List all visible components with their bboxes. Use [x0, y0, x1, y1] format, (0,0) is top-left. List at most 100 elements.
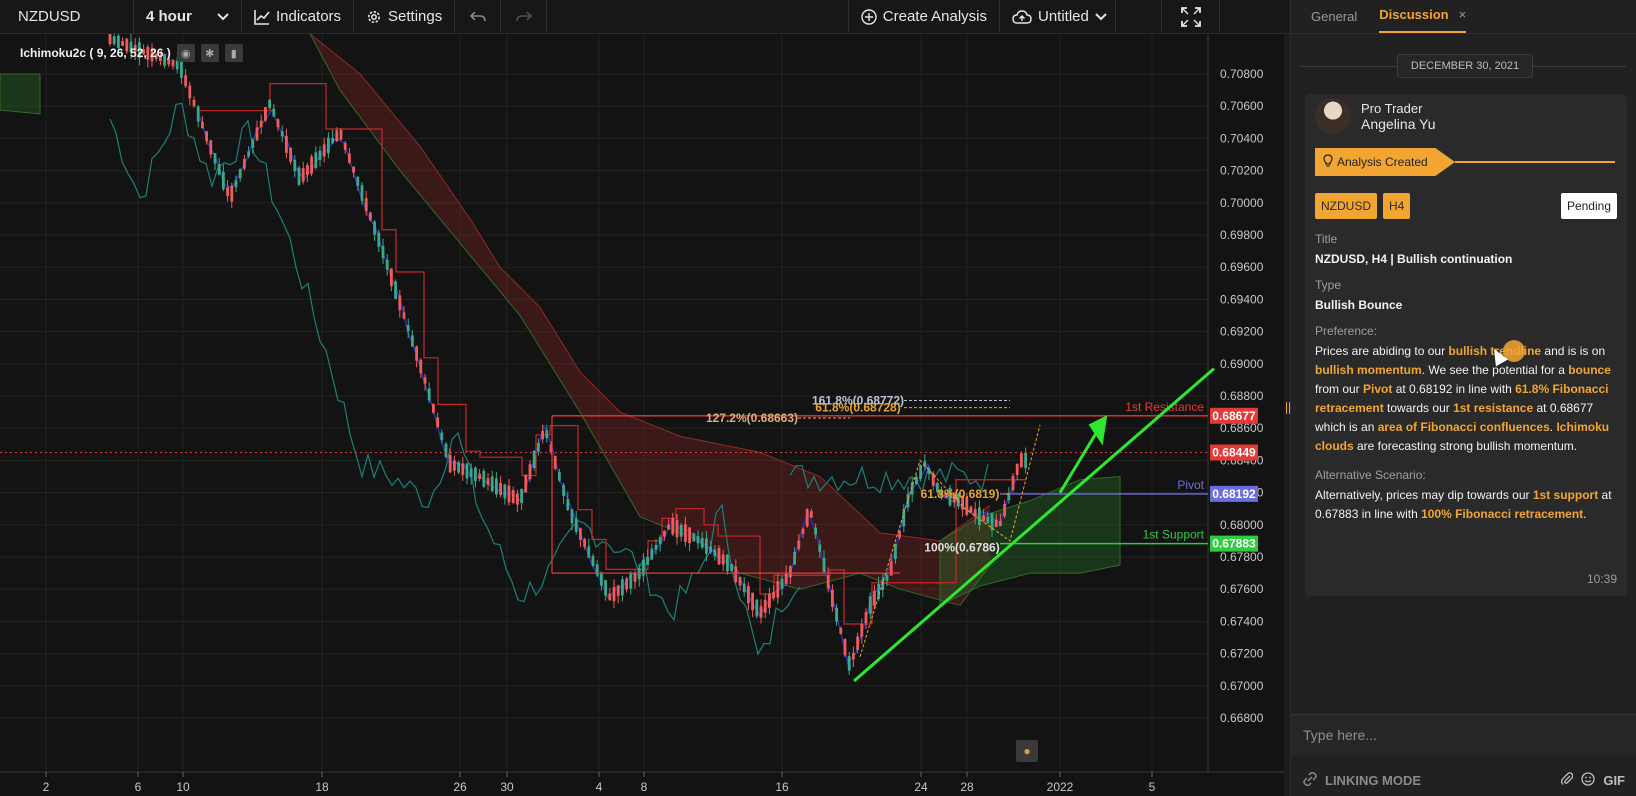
time-tick-label: 30	[500, 780, 514, 794]
price-tick-label: 0.69600	[1220, 260, 1264, 274]
candle-body	[898, 531, 901, 538]
candle-body	[369, 212, 372, 221]
date-label: DECEMBER 30, 2021	[1397, 54, 1533, 78]
price-tick-label: 0.67200	[1220, 647, 1264, 661]
candle-body	[784, 572, 788, 584]
link-icon[interactable]	[1303, 771, 1317, 789]
candle-body	[398, 295, 402, 311]
chikou-span	[109, 102, 801, 656]
candle-body	[188, 85, 192, 99]
candle-body	[873, 590, 876, 606]
lightbulb-icon[interactable]: ●	[1016, 740, 1038, 762]
interval-selector[interactable]: 4 hour	[134, 0, 242, 33]
indicators-button[interactable]: Indicators	[242, 0, 355, 33]
alt-text-part: Alternatively, prices may dip towards ou…	[1315, 488, 1533, 502]
time-tick-label: 4	[596, 780, 603, 794]
time-tick-label: 24	[914, 780, 928, 794]
analysis-created-row: Analysis Created	[1315, 148, 1617, 176]
candle-body	[591, 555, 595, 567]
candle-body	[436, 417, 439, 428]
candle-body	[612, 586, 616, 602]
candle-body	[658, 536, 662, 545]
candle-body	[688, 527, 691, 544]
candle-body	[646, 556, 649, 565]
preference-highlight: 1st resistance	[1453, 401, 1534, 415]
candle-body	[587, 546, 591, 558]
symbol-selector[interactable]: NZDUSD	[0, 0, 134, 33]
support-label: 1st Support	[1143, 528, 1205, 542]
candle-body	[478, 473, 481, 479]
layout-selector[interactable]: Untitled	[1000, 0, 1116, 33]
candle-body	[839, 628, 843, 634]
fullscreen-button[interactable]	[1162, 0, 1220, 33]
plus-circle-icon	[861, 8, 877, 25]
candle-body	[276, 119, 280, 128]
create-analysis-button[interactable]: Create Analysis	[849, 0, 1000, 33]
price-tick-label: 0.69200	[1220, 325, 1264, 339]
candle-body	[192, 99, 196, 107]
message-time: 10:39	[1586, 572, 1617, 586]
price-tick-label: 0.70800	[1220, 67, 1264, 81]
candle-body	[721, 554, 725, 565]
candle-body	[268, 99, 271, 109]
tab-discussion[interactable]: Discussion ×	[1379, 7, 1467, 33]
fib-level-label: 61.8%(0.68728)	[815, 401, 900, 415]
candle-body	[814, 527, 817, 535]
tab-general[interactable]: General	[1311, 9, 1357, 33]
message-input[interactable]: Type here...	[1291, 714, 1636, 756]
preference-text-part: from our	[1315, 382, 1364, 396]
candle-body	[381, 245, 385, 259]
redo-button[interactable]	[501, 0, 548, 33]
price-tick-label: 0.70000	[1220, 196, 1264, 210]
candle-body	[360, 185, 364, 201]
price-tick-label: 0.68000	[1220, 518, 1264, 532]
preference-text-part: Prices are abiding to our	[1315, 344, 1449, 358]
candle-body	[570, 509, 574, 524]
candle-body	[213, 153, 217, 164]
candle-body	[545, 430, 549, 439]
ichimoku-cloud-bearish	[310, 34, 990, 606]
candle-body	[537, 443, 540, 452]
candle-body	[810, 511, 813, 518]
linking-mode-label[interactable]: LINKING MODE	[1325, 773, 1421, 788]
candle-body	[734, 566, 738, 583]
chart-area[interactable]: 0.70800 0.70600 0.70400 0.70200 0.70000 0.698…	[0, 34, 1290, 796]
candle-body	[696, 536, 700, 544]
close-icon[interactable]: ×	[1459, 7, 1467, 22]
price-chart[interactable]: 0.70800 0.70600 0.70400 0.70200 0.70000 0.698…	[0, 34, 1284, 796]
candle-body	[1011, 475, 1015, 491]
candle-body	[327, 137, 330, 154]
candle-body	[608, 593, 612, 601]
candle-body	[747, 586, 750, 604]
alt-text-part: .	[1583, 507, 1587, 521]
candle-body	[432, 404, 435, 413]
attachment-icon[interactable]	[1561, 771, 1574, 789]
gif-button[interactable]: GIF	[1603, 773, 1625, 788]
bottom-bar: LINKING MODE GIF	[1291, 764, 1636, 796]
indicator-settings-icon[interactable]: ✱	[200, 44, 219, 62]
status-badge: Pending	[1560, 193, 1617, 219]
badge-row: NZDUSD H4 Pending	[1315, 192, 1617, 220]
emoji-icon[interactable]	[1581, 771, 1595, 789]
avatar[interactable]	[1315, 98, 1351, 134]
undo-button[interactable]	[455, 0, 502, 33]
candle-body	[541, 430, 544, 440]
preference-text: Prices are abiding to our bullish trendl…	[1315, 342, 1617, 456]
candle-body	[465, 463, 469, 479]
time-tick-label: 5	[1149, 780, 1156, 794]
trash-icon[interactable]: ▮	[224, 44, 243, 62]
chevron-down-icon	[1095, 12, 1107, 21]
candle-body	[411, 335, 414, 347]
analysis-created-label: Analysis Created	[1337, 155, 1428, 169]
cloud-upload-icon	[1012, 9, 1032, 25]
candle-body	[243, 158, 246, 169]
author-row: Pro Trader Angelina Yu	[1315, 98, 1617, 134]
alt-scenario-text: Alternatively, prices may dip towards ou…	[1315, 486, 1617, 524]
eye-icon[interactable]: ◉	[176, 44, 195, 62]
candle-body	[238, 169, 242, 179]
settings-button[interactable]: Settings	[354, 0, 456, 33]
alt-scenario-label: Alternative Scenario:	[1315, 468, 1426, 482]
indicator-name: Ichimoku2c ( 9, 26, 52, 26 )	[20, 46, 171, 60]
candle-body	[217, 164, 221, 175]
candle-body	[713, 549, 717, 557]
